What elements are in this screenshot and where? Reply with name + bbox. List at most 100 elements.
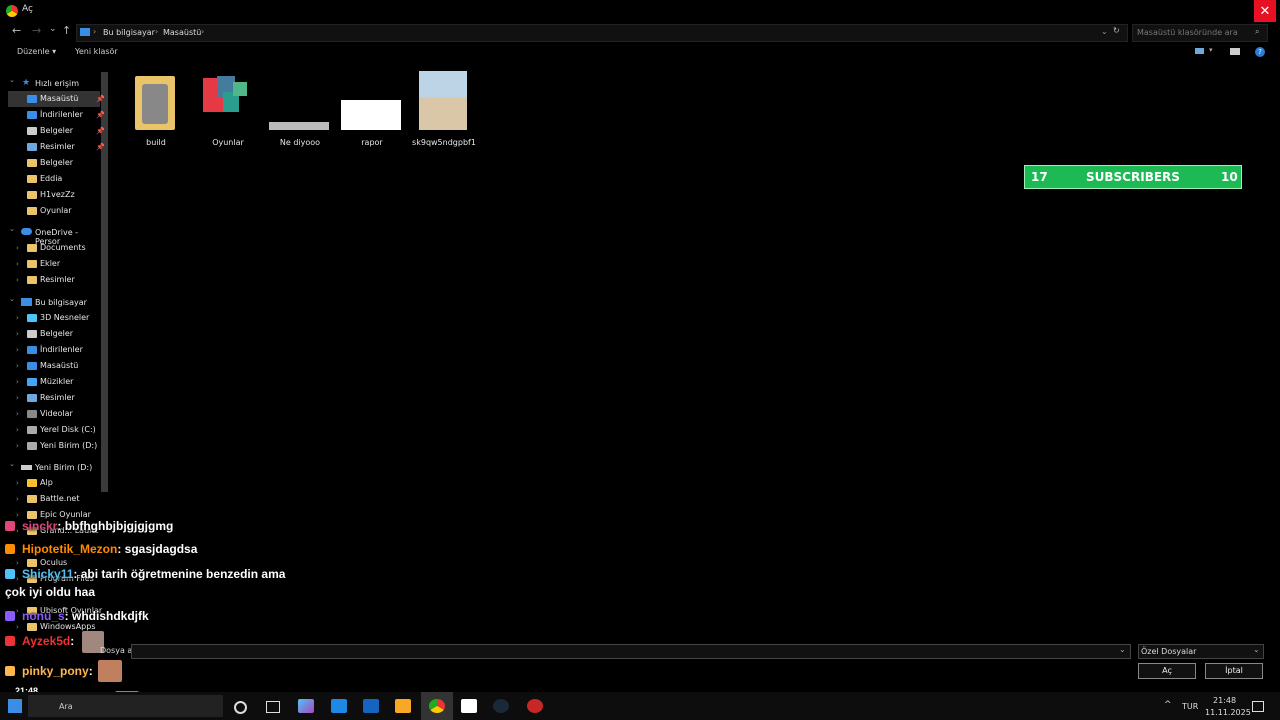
sidebar-item-3d-objects[interactable]: › 3D Nesneler xyxy=(8,310,100,326)
chat-message: çok iyi oldu haa xyxy=(5,585,95,599)
chevron-right-icon: › xyxy=(16,378,19,386)
sidebar-item-label: İndirilenler xyxy=(40,345,83,354)
chevron-down-icon[interactable]: ▾ xyxy=(1209,46,1213,54)
sidebar-item-local-disk-c[interactable]: › Yerel Disk (C:) xyxy=(8,422,100,438)
taskbar-clock-time[interactable]: 21:48 xyxy=(1213,696,1236,705)
sidebar-item-downloads[interactable]: İndirilenler 📌 xyxy=(8,107,105,123)
chevron-down-icon: ⌄ xyxy=(9,225,15,233)
chat-text: : xyxy=(70,634,75,648)
sidebar-item-downloads[interactable]: › İndirilenler xyxy=(8,342,100,358)
chevron-down-icon: ⌄ xyxy=(9,76,15,84)
store-icon[interactable] xyxy=(461,699,477,713)
organize-button[interactable]: Düzenle ▾ xyxy=(17,47,56,56)
sidebar-item-pictures[interactable]: Resimler 📌 xyxy=(8,139,105,155)
sidebar-item-videos[interactable]: › Videolar xyxy=(8,406,100,422)
chevron-right-icon: › xyxy=(16,314,19,322)
sidebar-item-label: Oyunlar xyxy=(40,206,72,215)
copilot-icon[interactable] xyxy=(298,699,314,713)
breadcrumb-this-pc[interactable]: Bu bilgisayar xyxy=(103,28,155,37)
address-bar[interactable]: › Bu bilgisayar › Masaüstü › ⌄ ↻ xyxy=(76,24,1128,42)
back-button[interactable]: ← xyxy=(12,24,21,37)
sidebar-item-label: Yeni Birim (D:) xyxy=(40,441,98,450)
sidebar-item-label: Belgeler xyxy=(40,329,74,338)
help-icon[interactable]: ? xyxy=(1255,47,1265,57)
title-bar xyxy=(0,0,1280,22)
sidebar-item-alp[interactable]: › Alp xyxy=(8,475,100,491)
chevron-right-icon: › xyxy=(16,244,19,252)
sidebar-item-label: Ekler xyxy=(40,259,61,268)
sidebar-item-music[interactable]: › Müzikler xyxy=(8,374,100,390)
chat-badge-icon xyxy=(5,611,15,621)
sidebar-item-resimler[interactable]: › Resimler xyxy=(8,272,100,288)
recent-locations-button[interactable]: ⌄ xyxy=(49,24,57,34)
language-indicator[interactable]: TUR xyxy=(1182,702,1198,711)
app-icon[interactable] xyxy=(331,699,347,713)
chevron-right-icon: › xyxy=(16,362,19,370)
chevron-right-icon: › xyxy=(16,559,19,567)
sidebar-item-desktop[interactable]: Masaüstü 📌 xyxy=(8,91,105,107)
new-folder-button[interactable]: Yeni klasör xyxy=(75,47,118,56)
close-button[interactable]: ✕ xyxy=(1254,0,1276,22)
subscriber-count-right: 10 xyxy=(1221,170,1238,184)
chat-username: pinky_pony xyxy=(22,664,89,678)
chevron-down-icon: ⌄ xyxy=(9,460,15,468)
file-explorer-icon[interactable] xyxy=(395,699,411,713)
chat-username: Ayzek5d xyxy=(22,634,71,648)
chevron-down-icon: ⌄ xyxy=(9,295,15,303)
sidebar-section-label: OneDrive - Persor xyxy=(35,228,79,246)
folder-icon xyxy=(27,426,37,434)
refresh-button[interactable]: ↻ xyxy=(1113,26,1120,35)
sidebar-item-new-volume-d[interactable]: › Yeni Birim (D:) xyxy=(8,438,100,454)
sidebar-item-label: Masaüstü xyxy=(40,94,79,103)
windows-start-icon[interactable] xyxy=(8,699,22,713)
sidebar-item-label: H1vezZz xyxy=(40,190,75,199)
sidebar-item-label: Resimler xyxy=(40,275,75,284)
folder-icon xyxy=(27,394,37,402)
chevron-right-icon: › xyxy=(16,276,19,284)
chrome-icon[interactable] xyxy=(429,699,445,713)
cancel-button[interactable]: İptal xyxy=(1205,663,1263,679)
window-title: Aç xyxy=(22,4,33,14)
sidebar-item-eddia[interactable]: Eddia xyxy=(8,171,100,187)
computer-icon xyxy=(80,28,90,36)
up-button[interactable]: ↑ xyxy=(62,24,71,37)
file-name: rapor xyxy=(361,138,383,147)
taskbar-search-box[interactable]: Ara xyxy=(28,695,223,717)
sidebar-item-documents[interactable]: Belgeler 📌 xyxy=(8,123,105,139)
steam-icon[interactable] xyxy=(493,699,509,713)
forward-button[interactable]: → xyxy=(32,24,41,37)
notification-icon[interactable] xyxy=(1252,701,1264,712)
open-button[interactable]: Aç xyxy=(1138,663,1196,679)
mail-icon[interactable] xyxy=(363,699,379,713)
breadcrumb-separator: › xyxy=(201,27,205,36)
chat-badge-icon xyxy=(5,666,15,676)
sidebar-item-h1vezzz[interactable]: H1vezZz xyxy=(8,187,100,203)
search-input[interactable]: Masaüstü klasöründe ara ⌕ xyxy=(1132,24,1268,42)
breadcrumb-desktop[interactable]: Masaüstü xyxy=(163,28,201,37)
sidebar-item-battle-net[interactable]: › Battle.net xyxy=(8,491,100,507)
sidebar-item-label: Alp xyxy=(40,478,53,487)
view-options-icon[interactable] xyxy=(1195,48,1204,54)
subscribers-widget: 17 SUBSCRIBERS 10 xyxy=(1024,165,1242,189)
star-icon: ★ xyxy=(22,78,31,88)
sidebar-item-desktop[interactable]: › Masaüstü xyxy=(8,358,100,374)
file-type-select[interactable]: Özel Dosyalar ⌄ xyxy=(1138,644,1264,659)
filename-input[interactable]: ⌄ xyxy=(131,644,1131,659)
preview-pane-icon[interactable] xyxy=(1230,48,1240,55)
sidebar-item-pictures[interactable]: › Resimler xyxy=(8,390,100,406)
computer-icon xyxy=(21,298,32,306)
folder-icon xyxy=(27,559,37,567)
task-view-icon[interactable] xyxy=(266,701,280,713)
chevron-up-icon[interactable]: ^ xyxy=(1164,700,1172,710)
chevron-down-icon[interactable]: ⌄ xyxy=(1101,27,1108,36)
sidebar-item-ekler[interactable]: › Ekler xyxy=(8,256,100,272)
sidebar-item-documents[interactable]: › Belgeler xyxy=(8,326,100,342)
taskbar-clock-date[interactable]: 11.11.2025 xyxy=(1205,708,1251,717)
sidebar-item-oyunlar[interactable]: Oyunlar xyxy=(8,203,100,219)
cortana-icon[interactable] xyxy=(234,701,247,714)
chevron-right-icon: › xyxy=(16,346,19,354)
folder-icon xyxy=(27,346,37,354)
folder-icon xyxy=(27,362,37,370)
sidebar-item-documents-2[interactable]: Belgeler xyxy=(8,155,100,171)
obs-icon[interactable] xyxy=(527,699,543,713)
